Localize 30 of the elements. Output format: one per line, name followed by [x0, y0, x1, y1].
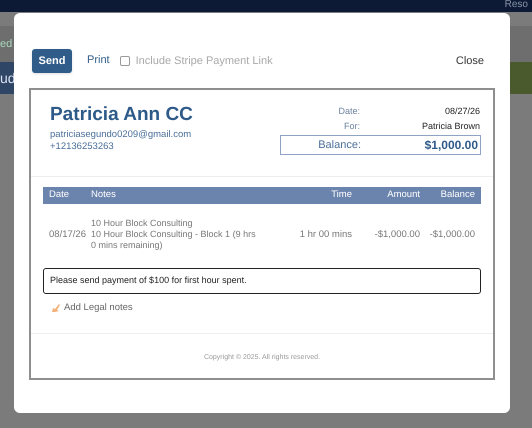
column-header: Balance — [440, 188, 476, 202]
balance-value: $1,000.00 — [424, 137, 478, 154]
checkbox-label: Include Stripe Payment Link — [136, 54, 273, 69]
print-link[interactable]: Print — [87, 52, 110, 68]
table-cell-text: -$1,000.00 — [428, 228, 476, 240]
meta-value: Patricia Brown — [422, 120, 480, 133]
note-text: Please send payment of $100 for first hour spent. — [43, 268, 481, 294]
table-cell-text: 10 Hour Block Consulting — [91, 218, 194, 228]
background-text: ed — [0, 36, 12, 52]
add-legal-notes-link[interactable]: Add Legal notes — [64, 301, 133, 316]
meta-label: For: — [342, 120, 360, 133]
balance-label: Balance: — [317, 138, 361, 153]
column-header: Date — [48, 188, 70, 202]
client-email: patriciasegundo0209@gmail.com — [50, 129, 192, 141]
meta-value: 08/27/26 — [444, 104, 480, 118]
table-cell-text: 08/17/26 — [48, 228, 87, 240]
background-panel — [510, 62, 532, 94]
header-text: Reso — [504, 0, 528, 10]
client-name: Patricia Ann CC — [50, 104, 193, 126]
table-cell-text: 1 hr 00 mins — [298, 228, 352, 240]
client-phone: +12136253263 — [50, 141, 115, 153]
table-cell-text: 10 Hour Block Consulting - Block 1 (9 hrs 0 mins remaining) — [91, 228, 257, 250]
column-header: Notes — [90, 188, 117, 202]
column-header: Time — [330, 188, 352, 202]
checkbox[interactable] — [120, 56, 130, 66]
close-button[interactable]: Close — [456, 52, 484, 70]
meta-label: Date: — [337, 104, 360, 118]
send-button[interactable]: Send — [32, 49, 72, 73]
table-cell-text: -$1,000.00 — [374, 228, 420, 240]
column-header: Amount — [386, 188, 420, 202]
